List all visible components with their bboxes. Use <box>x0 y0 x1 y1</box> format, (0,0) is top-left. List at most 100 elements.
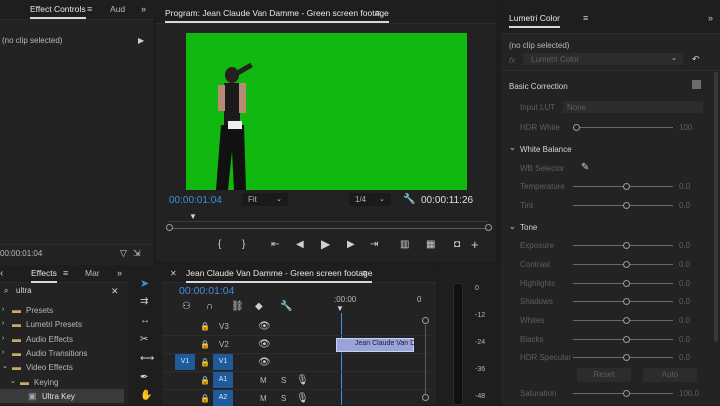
lock-icon[interactable]: 🔒 <box>200 376 210 386</box>
step-forward-icon[interactable]: ▶ <box>347 240 355 250</box>
hdr-specular-value[interactable]: 0.0 <box>679 353 690 362</box>
razor-tool-icon[interactable]: ✂ <box>140 335 148 345</box>
camera-icon[interactable]: ◘ <box>454 240 460 250</box>
auto-button[interactable]: Auto <box>643 368 697 382</box>
more-panels-icon[interactable]: » <box>708 13 713 23</box>
eye-icon[interactable]: 👁 <box>258 358 271 368</box>
shadows-knob[interactable] <box>623 298 630 305</box>
basic-correction-checkbox[interactable] <box>692 80 701 89</box>
playhead-icon[interactable]: ▼ <box>189 212 197 222</box>
selection-tool-icon[interactable]: ➤ <box>140 279 149 290</box>
lock-icon[interactable]: 🔒 <box>200 358 210 368</box>
program-title[interactable]: Program: Jean Claude Van Damme - Green s… <box>165 8 389 23</box>
tab-markers[interactable]: Mar <box>85 268 100 278</box>
highlights-knob[interactable] <box>623 280 630 287</box>
saturation-value[interactable]: 100.0 <box>679 389 699 398</box>
hdr-white-track[interactable] <box>573 127 673 128</box>
effects-menu-icon[interactable]: ≡ <box>63 268 68 278</box>
lumetri-scrollbar[interactable] <box>714 72 718 342</box>
saturation-knob[interactable] <box>623 390 630 397</box>
tab-effects[interactable]: Effects <box>31 268 57 283</box>
mute-a2[interactable]: M <box>260 394 267 403</box>
hdr-white-value[interactable]: 100 <box>679 123 692 132</box>
hdr-white-knob[interactable] <box>573 124 580 131</box>
zoom-handle-right[interactable] <box>485 224 492 231</box>
timeline-timecode[interactable]: 00:00:01:04 <box>179 285 234 297</box>
temperature-knob[interactable] <box>623 183 630 190</box>
effects-tree-item[interactable]: › ▬ Lumetri Presets <box>0 317 124 331</box>
effects-tree-item[interactable]: ▣ Ultra Key <box>0 388 124 403</box>
mute-a1[interactable]: M <box>260 376 267 385</box>
white-balance-header[interactable]: White Balance <box>520 145 572 154</box>
add-button-icon[interactable]: + <box>471 238 479 251</box>
lumetri-menu-icon[interactable]: ≡ <box>583 13 588 23</box>
export-icon[interactable]: ⇲ <box>133 248 141 258</box>
track-a2-target[interactable]: A2 <box>213 390 233 406</box>
effects-tree-item[interactable]: › ▬ Presets <box>0 303 124 317</box>
mark-out-icon[interactable]: } <box>242 240 245 250</box>
tab-effect-controls[interactable]: Effect Controls <box>30 4 86 19</box>
contrast-knob[interactable] <box>623 261 630 268</box>
eye-icon[interactable]: 👁 <box>258 340 271 350</box>
solo-a1[interactable]: S <box>281 376 286 385</box>
close-icon[interactable]: ✕ <box>170 269 177 279</box>
timeline-scroll-top[interactable] <box>422 317 429 324</box>
linked-selection-icon[interactable]: ⛓ <box>231 302 244 312</box>
more-tabs-icon[interactable]: » <box>141 4 146 14</box>
mark-in-icon[interactable]: { <box>218 240 221 250</box>
effects-search[interactable]: ⌕ ultra ✕ <box>0 285 124 297</box>
chevron-right-icon[interactable]: › <box>2 334 4 344</box>
track-v2-label[interactable]: V2 <box>219 340 229 349</box>
clear-search-icon[interactable]: ✕ <box>111 286 119 296</box>
track-a1-target[interactable]: A1 <box>213 372 233 388</box>
tone-header[interactable]: Tone <box>520 223 537 232</box>
lock-icon[interactable]: 🔒 <box>200 340 210 350</box>
tint-knob[interactable] <box>623 202 630 209</box>
whites-value[interactable]: 0.0 <box>679 316 690 325</box>
effects-tree-item[interactable]: › ▬ Audio Transitions <box>0 346 124 360</box>
reset-icon[interactable]: ↶ <box>692 54 700 64</box>
mic-icon[interactable]: 🎙 <box>296 376 309 386</box>
wrench-icon[interactable]: 🔧 <box>403 195 415 205</box>
step-back-icon[interactable]: ◀ <box>296 240 304 250</box>
zoom-handle-left[interactable] <box>166 224 173 231</box>
tint-value[interactable]: 0.0 <box>679 201 690 210</box>
lift-icon[interactable]: ▥ <box>400 240 409 250</box>
extract-icon[interactable]: ▦ <box>426 240 435 250</box>
hand-tool-icon[interactable]: ✋ <box>140 391 152 401</box>
tab-lumetri-color[interactable]: Lumetri Color <box>509 13 561 28</box>
lock-icon[interactable]: 🔒 <box>200 394 210 404</box>
effects-tree-item[interactable]: ⌄ ▬ Video Effects <box>0 360 124 374</box>
scrub-bar[interactable] <box>168 214 488 222</box>
lock-icon[interactable]: 🔒 <box>200 322 210 332</box>
contrast-value[interactable]: 0.0 <box>679 260 690 269</box>
pen-tool-icon[interactable]: ✒ <box>140 373 148 383</box>
chevron-down-icon[interactable]: ⌄ <box>509 143 516 153</box>
filter-icon[interactable]: ▽ <box>120 248 127 258</box>
track-select-tool-icon[interactable]: ⇉ <box>140 297 148 307</box>
whites-knob[interactable] <box>623 317 630 324</box>
chevron-down-icon[interactable]: ⌄ <box>509 222 516 232</box>
hdr-specular-knob[interactable] <box>623 354 630 361</box>
exposure-knob[interactable] <box>623 242 630 249</box>
chevron-right-icon[interactable]: › <box>2 305 4 315</box>
more-tabs-icon[interactable]: » <box>117 268 122 278</box>
program-current-timecode[interactable]: 00:00:01:04 <box>169 195 222 206</box>
solo-a2[interactable]: S <box>281 394 286 403</box>
search-input[interactable]: ultra <box>16 286 32 295</box>
chevron-down-icon[interactable]: ⌄ <box>10 377 16 387</box>
chevron-right-icon[interactable]: › <box>2 319 4 329</box>
resolution-select[interactable]: 1/4 ⌄ <box>349 193 391 206</box>
effects-tree-item[interactable]: ⌄ ▬ Keying <box>0 375 124 389</box>
timeline-clip[interactable]: Jean Claude Van Da <box>336 338 419 352</box>
go-to-out-icon[interactable]: ⇥ <box>370 240 378 250</box>
play-arrow-icon[interactable]: ▶ <box>138 36 144 46</box>
mic-icon[interactable]: 🎙 <box>296 394 309 404</box>
highlights-value[interactable]: 0.0 <box>679 279 690 288</box>
go-to-in-icon[interactable]: ⇤ <box>271 240 279 250</box>
play-icon[interactable]: ▶ <box>321 238 330 250</box>
track-v1-target[interactable]: V1 <box>213 354 233 370</box>
eye-icon[interactable]: 👁 <box>258 322 271 332</box>
chevron-right-icon[interactable]: › <box>2 348 4 358</box>
eyedropper-icon[interactable]: ✎ <box>581 163 589 173</box>
